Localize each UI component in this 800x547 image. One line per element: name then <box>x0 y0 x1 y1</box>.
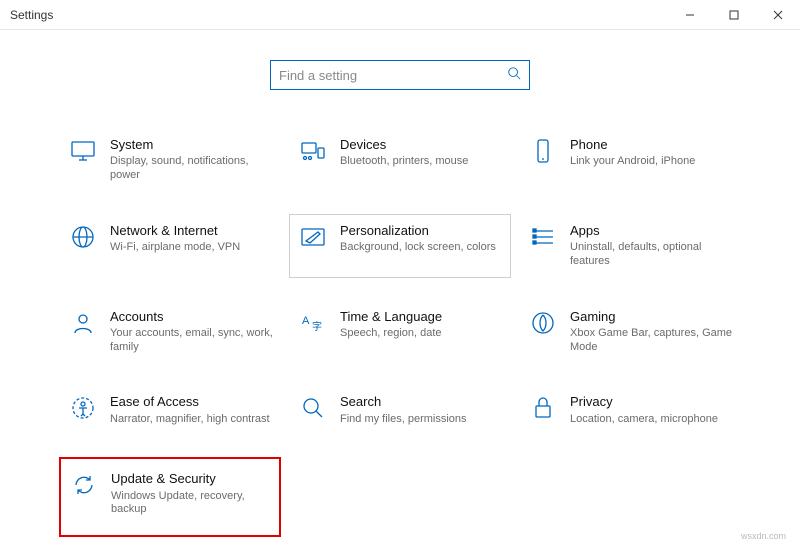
tile-desc: Find my files, permissions <box>340 413 467 427</box>
tile-title: Apps <box>570 223 734 239</box>
tile-system[interactable]: System Display, sound, notifications, po… <box>59 128 281 192</box>
ease-of-access-icon <box>66 394 100 422</box>
personalization-icon <box>296 223 330 251</box>
accounts-icon <box>66 309 100 337</box>
tile-desc: Background, lock screen, colors <box>340 241 496 255</box>
maximize-button[interactable] <box>712 0 756 30</box>
tile-title: Network & Internet <box>110 223 240 239</box>
settings-grid: System Display, sound, notifications, po… <box>0 128 800 537</box>
titlebar: Settings <box>0 0 800 30</box>
tile-title: Accounts <box>110 309 274 325</box>
time-language-icon: A字 <box>296 309 330 337</box>
tile-personalization[interactable]: Personalization Background, lock screen,… <box>289 214 511 278</box>
tile-title: Ease of Access <box>110 394 270 410</box>
network-icon <box>66 223 100 251</box>
tile-update-security[interactable]: Update & Security Windows Update, recove… <box>59 457 281 537</box>
svg-text:A: A <box>302 315 310 327</box>
tile-apps[interactable]: Apps Uninstall, defaults, optional featu… <box>519 214 741 278</box>
tile-network[interactable]: Network & Internet Wi-Fi, airplane mode,… <box>59 214 281 278</box>
tile-title: Update & Security <box>111 471 273 487</box>
minimize-button[interactable] <box>668 0 712 30</box>
tile-desc: Link your Android, iPhone <box>570 155 695 169</box>
tile-desc: Narrator, magnifier, high contrast <box>110 413 270 427</box>
close-button[interactable] <box>756 0 800 30</box>
tile-desc: Location, camera, microphone <box>570 413 718 427</box>
search-tile-icon <box>296 394 330 422</box>
tile-desc: Bluetooth, printers, mouse <box>340 155 468 169</box>
tile-desc: Uninstall, defaults, optional features <box>570 241 734 269</box>
tile-title: Personalization <box>340 223 496 239</box>
tile-ease-of-access[interactable]: Ease of Access Narrator, magnifier, high… <box>59 385 281 435</box>
tile-desc: Xbox Game Bar, captures, Game Mode <box>570 327 734 355</box>
tile-title: Search <box>340 394 467 410</box>
system-icon <box>66 137 100 165</box>
tile-desc: Display, sound, notifications, power <box>110 155 274 183</box>
watermark: wsxdn.com <box>741 531 786 541</box>
devices-icon <box>296 137 330 165</box>
update-security-icon <box>67 471 101 499</box>
phone-icon <box>526 137 560 165</box>
gaming-icon <box>526 309 560 337</box>
tile-search[interactable]: Search Find my files, permissions <box>289 385 511 435</box>
tile-title: Time & Language <box>340 309 442 325</box>
tile-accounts[interactable]: Accounts Your accounts, email, sync, wor… <box>59 300 281 364</box>
tile-title: Privacy <box>570 394 718 410</box>
tile-privacy[interactable]: Privacy Location, camera, microphone <box>519 385 741 435</box>
tile-desc: Speech, region, date <box>340 327 442 341</box>
window-title: Settings <box>10 8 53 22</box>
privacy-icon <box>526 394 560 422</box>
tile-title: System <box>110 137 274 153</box>
tile-phone[interactable]: Phone Link your Android, iPhone <box>519 128 741 192</box>
search-box[interactable] <box>270 60 530 90</box>
search-icon <box>507 66 521 85</box>
svg-text:字: 字 <box>312 320 322 333</box>
window-controls <box>668 0 800 30</box>
tile-devices[interactable]: Devices Bluetooth, printers, mouse <box>289 128 511 192</box>
tile-desc: Windows Update, recovery, backup <box>111 490 273 518</box>
tile-desc: Your accounts, email, sync, work, family <box>110 327 274 355</box>
content-area: System Display, sound, notifications, po… <box>0 30 800 537</box>
tile-title: Gaming <box>570 309 734 325</box>
tile-time-language[interactable]: A字 Time & Language Speech, region, date <box>289 300 511 364</box>
tile-gaming[interactable]: Gaming Xbox Game Bar, captures, Game Mod… <box>519 300 741 364</box>
search-input[interactable] <box>279 68 499 83</box>
apps-icon <box>526 223 560 251</box>
tile-desc: Wi-Fi, airplane mode, VPN <box>110 241 240 255</box>
tile-title: Devices <box>340 137 468 153</box>
tile-title: Phone <box>570 137 695 153</box>
